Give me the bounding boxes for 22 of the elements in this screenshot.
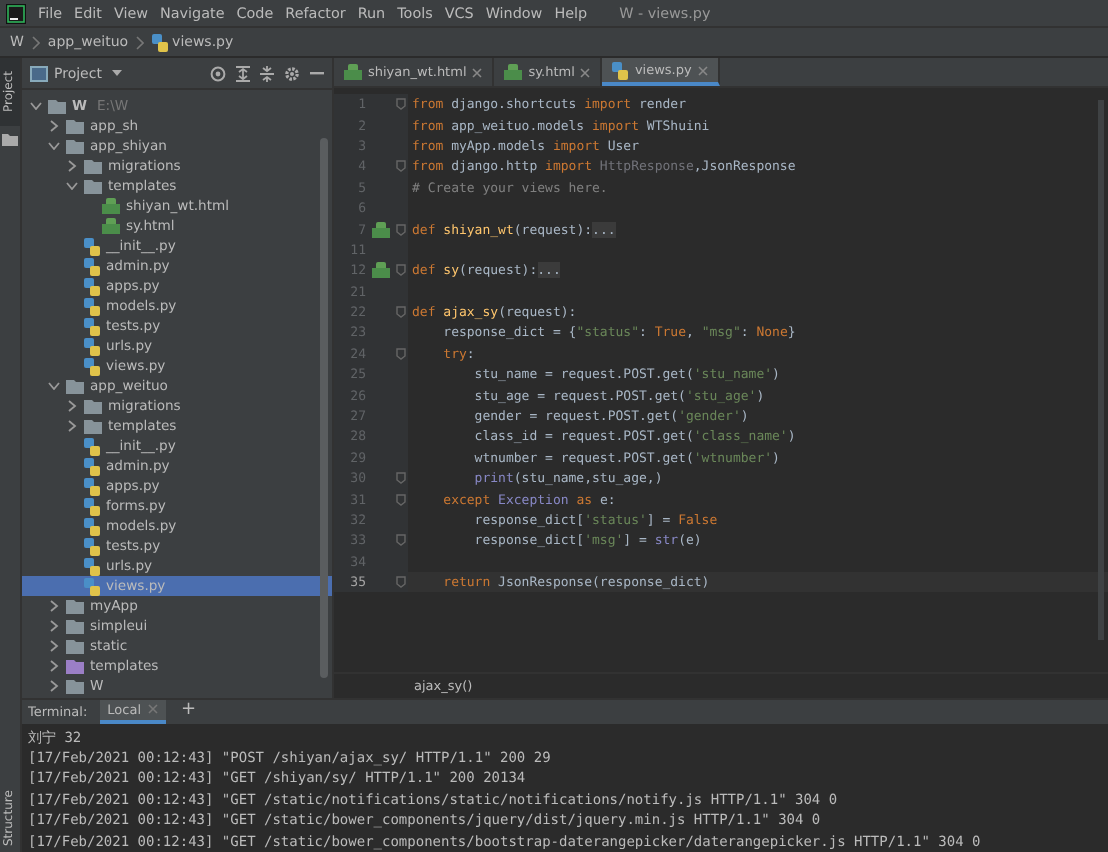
- python-file-icon: [152, 33, 169, 51]
- html-file-icon: [102, 198, 120, 214]
- folder-icon: [2, 134, 18, 146]
- dropdown-icon: [111, 70, 122, 76]
- chevron-icon: [31, 35, 40, 49]
- chevron-icon: [136, 35, 145, 49]
- minimize-icon: [310, 71, 324, 75]
- settings-icon: [284, 65, 300, 81]
- html-file-icon: [504, 64, 523, 80]
- close-icon: [580, 67, 591, 77]
- close-icon: [697, 65, 708, 75]
- python-file-icon: [612, 61, 629, 79]
- target-icon: [210, 65, 226, 81]
- panel-icon: [30, 65, 48, 81]
- app-logo-icon: [6, 3, 26, 23]
- close-icon: [147, 704, 158, 715]
- collapse-all-icon: [260, 65, 274, 81]
- expand-all-icon: [236, 65, 250, 81]
- close-icon: [472, 67, 483, 77]
- html-file-icon: [102, 218, 120, 234]
- new-tab-button[interactable]: +: [177, 702, 201, 721]
- html-file-icon: [344, 64, 362, 80]
